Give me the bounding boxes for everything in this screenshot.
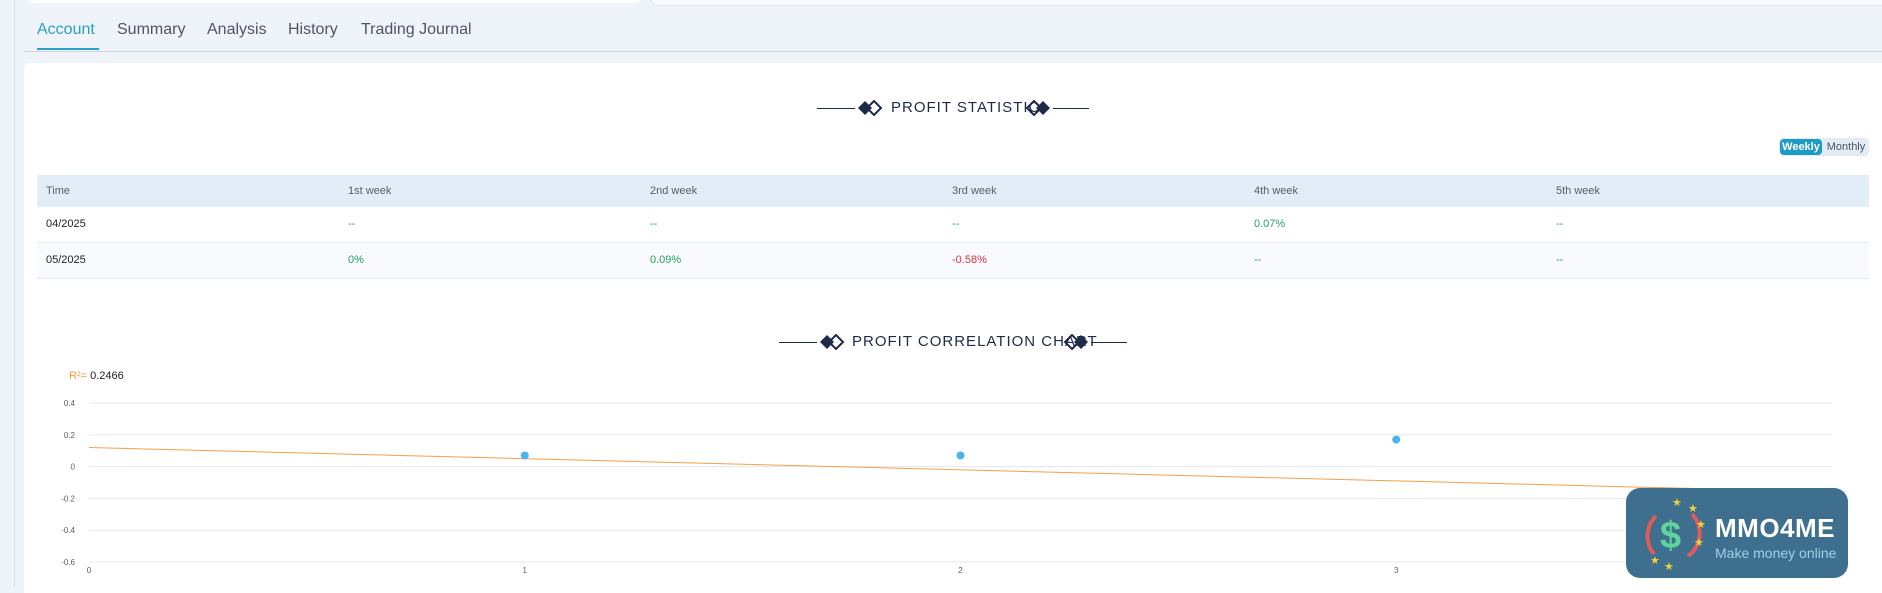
x-tick-label: 3 bbox=[1394, 566, 1399, 575]
svg-text:★: ★ bbox=[1664, 561, 1674, 572]
svg-text:★: ★ bbox=[1672, 497, 1682, 509]
svg-text:★: ★ bbox=[1650, 555, 1660, 567]
y-tick-label: -0.4 bbox=[61, 526, 75, 535]
data-point bbox=[1392, 435, 1401, 444]
x-tick-label: 2 bbox=[958, 566, 963, 575]
svg-text:★: ★ bbox=[1694, 537, 1704, 549]
dollar-coin-icon: $ ★ ★ ★ ★ ★ ★ bbox=[1645, 497, 1706, 572]
data-point bbox=[520, 451, 529, 460]
logo-name: MMO4ME bbox=[1715, 513, 1835, 543]
svg-text:★: ★ bbox=[1696, 519, 1706, 531]
mmo4me-logo[interactable]: $ ★ ★ ★ ★ ★ ★ MMO4ME Make money online bbox=[1626, 488, 1848, 578]
data-point bbox=[956, 451, 965, 460]
svg-text:$: $ bbox=[1660, 515, 1681, 557]
logo-tagline: Make money online bbox=[1715, 545, 1837, 561]
profit-correlation-chart: 0.4 0.2 0 -0.2 -0.4 -0.6 0 1 2 3 bbox=[61, 399, 1833, 575]
y-tick-label: -0.6 bbox=[61, 558, 75, 567]
x-tick-label: 1 bbox=[523, 566, 528, 575]
y-tick-label: 0.4 bbox=[64, 399, 76, 408]
y-tick-label: -0.2 bbox=[61, 494, 75, 503]
y-tick-label: 0 bbox=[71, 463, 76, 472]
x-tick-label: 0 bbox=[87, 566, 92, 575]
y-tick-label: 0.2 bbox=[64, 431, 76, 440]
svg-text:★: ★ bbox=[1688, 503, 1698, 515]
